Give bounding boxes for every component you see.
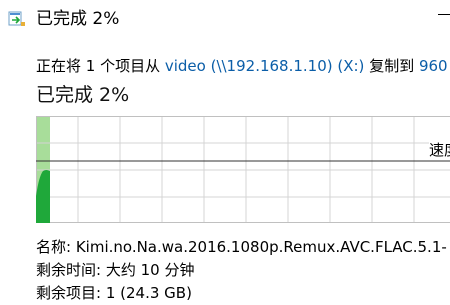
detail-time-row: 剩余时间: 大约 10 分钟 [36,259,447,282]
time-label: 剩余时间: [36,261,101,279]
detail-items-row: 剩余项目: 1 (24.3 GB) [36,282,447,305]
destination-link[interactable]: 960 [419,57,448,75]
window-title: 已完成 2% [36,8,119,30]
items-label: 剩余项目: [36,284,101,302]
speed-graph [36,116,450,223]
items-value: 1 (24.3 GB) [106,284,192,302]
minimize-button[interactable] [430,0,450,26]
minimize-icon [438,14,450,15]
detail-name-row: 名称: Kimi.no.Na.wa.2016.1080p.Remux.AVC.F… [36,236,447,259]
speed-label: 速度 [429,141,450,159]
operation-middle: 复制到 [364,57,419,75]
time-value: 大约 10 分钟 [106,261,195,279]
operation-description: 正在将 1 个项目从 video (\\192.168.1.10) (X:) 复… [36,56,448,76]
name-label: 名称: [36,238,71,256]
source-link[interactable]: video (\\192.168.1.10) (X:) [165,57,365,75]
copy-progress-icon [8,10,26,28]
name-value: Kimi.no.Na.wa.2016.1080p.Remux.AVC.FLAC.… [76,238,447,256]
progress-label: 已完成 2% [36,82,129,108]
title-bar: 已完成 2% [0,0,450,38]
operation-prefix: 正在将 1 个项目从 [36,57,165,75]
details-panel: 名称: Kimi.no.Na.wa.2016.1080p.Remux.AVC.F… [36,236,447,305]
